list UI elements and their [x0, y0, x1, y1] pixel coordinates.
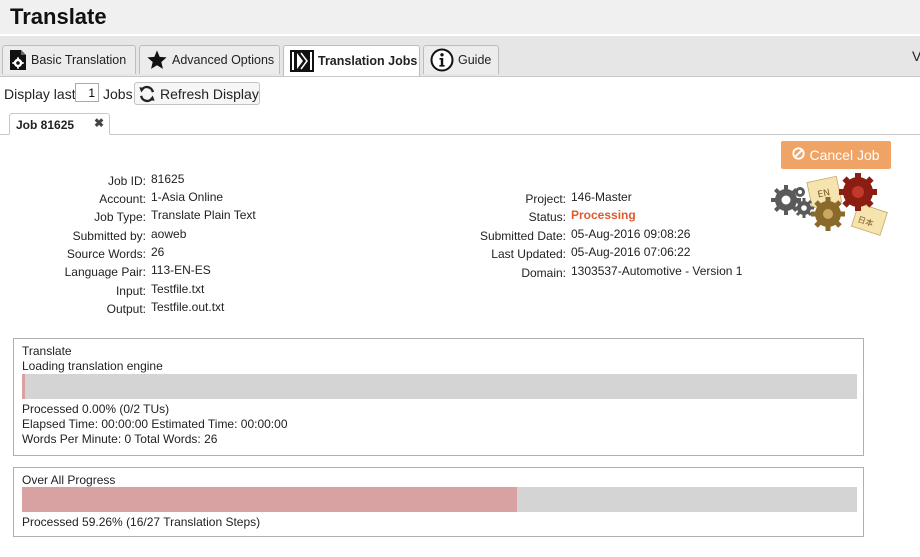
tabbar-overflow-text: V [912, 48, 920, 64]
job-type-label: Job Type: [94, 210, 146, 224]
overall-processed-text: Processed 59.26% (16/27 Translation Step… [22, 515, 261, 529]
app-title: Translate [10, 4, 107, 29]
tab-translation-jobs[interactable]: Translation Jobs [283, 45, 420, 76]
job-tab-divider [0, 134, 920, 135]
project-value: 146-Master [571, 190, 632, 204]
refresh-display-button[interactable]: Refresh Display [134, 82, 260, 105]
cancel-job-button[interactable]: Cancel Job [781, 141, 891, 169]
overall-panel-title: Over All Progress [22, 473, 116, 487]
language-pair-value: 113-EN-ES [151, 263, 211, 277]
tab-label: Guide [458, 53, 492, 67]
file-gear-icon [9, 49, 27, 71]
project-label: Project: [525, 192, 566, 206]
main-tabbar: Basic Translation Advanced Options Trans… [0, 36, 920, 77]
output-label: Output: [106, 302, 146, 316]
translation-gears-illustration: EN 日本 [770, 170, 890, 243]
info-circle-icon [430, 48, 454, 72]
account-value: 1-Asia Online [151, 190, 224, 204]
status-label: Status: [528, 210, 566, 224]
jobs-label: Jobs [103, 86, 133, 102]
job-id-label: Job ID: [107, 174, 146, 188]
close-icon[interactable]: ✖ [94, 116, 104, 130]
tab-label: Basic Translation [31, 53, 127, 67]
translate-elapsed-text: Elapsed Time: 00:00:00 Estimated Time: 0… [22, 417, 288, 431]
film-strip-icon [290, 50, 314, 72]
star-icon [146, 49, 168, 71]
language-pair-label: Language Pair: [64, 265, 146, 279]
overall-progress-panel: Over All Progress Processed 59.26% (16/2… [13, 467, 864, 537]
translate-words-text: Words Per Minute: 0 Total Words: 26 [22, 432, 218, 446]
refresh-icon [138, 85, 156, 103]
refresh-label: Refresh Display [160, 85, 259, 102]
job-id-value: 81625 [151, 172, 185, 186]
app-header: Translate [0, 0, 920, 34]
overall-progress-track [22, 487, 857, 512]
jobs-toolbar: Display last Jobs Refresh Display [0, 80, 920, 106]
last-updated-value: 05-Aug-2016 07:06:22 [571, 245, 691, 259]
job-tab-label: Job 81625 [16, 118, 75, 132]
source-words-value: 26 [151, 245, 165, 259]
translate-processed-text: Processed 0.00% (0/2 TUs) [22, 402, 170, 416]
job-tab[interactable]: Job 81625 ✖ [9, 113, 110, 135]
translate-progress-track [22, 374, 857, 399]
domain-label: Domain: [521, 266, 566, 280]
display-last-label: Display last [4, 86, 76, 102]
ban-icon [792, 147, 806, 163]
tab-label: Translation Jobs [318, 54, 418, 68]
tab-guide[interactable]: Guide [423, 45, 499, 74]
last-updated-label: Last Updated: [491, 247, 566, 261]
submitted-date-value: 05-Aug-2016 09:08:26 [571, 227, 691, 241]
input-label: Input: [115, 284, 146, 298]
tab-basic-translation[interactable]: Basic Translation [2, 45, 136, 74]
account-label: Account: [99, 192, 146, 206]
tab-label: Advanced Options [172, 53, 275, 67]
job-type-value: Translate Plain Text [151, 208, 256, 222]
job-count-input[interactable] [75, 83, 99, 102]
tab-advanced-options[interactable]: Advanced Options [139, 45, 280, 74]
input-value: Testfile.txt [151, 282, 205, 296]
submitted-date-label: Submitted Date: [479, 229, 566, 243]
translate-progress-fill [22, 374, 25, 399]
translate-progress-panel: Translate Loading translation engine Pro… [13, 338, 864, 456]
domain-value: 1303537-Automotive - Version 1 [571, 264, 743, 278]
output-value: Testfile.out.txt [151, 300, 225, 314]
cancel-job-label: Cancel Job [809, 147, 880, 163]
source-words-label: Source Words: [66, 247, 146, 261]
translate-panel-title: Translate [22, 344, 72, 358]
submitted-by-label: Submitted by: [72, 229, 146, 243]
status-value: Processing [571, 208, 636, 222]
overall-progress-fill [22, 487, 517, 512]
translate-stage-text: Loading translation engine [22, 359, 163, 373]
submitted-by-value: aoweb [151, 227, 187, 241]
